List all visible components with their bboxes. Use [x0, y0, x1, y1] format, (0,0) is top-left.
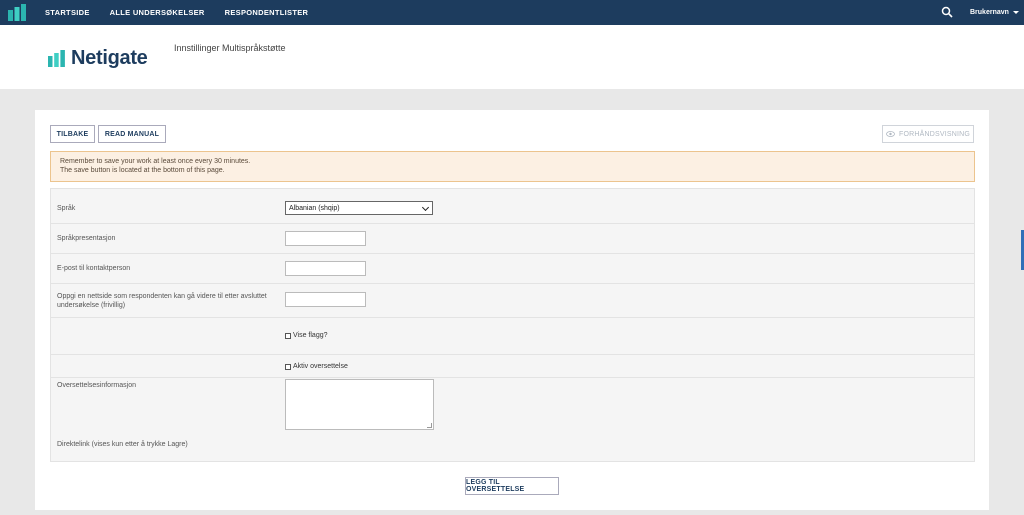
- page-title: Innstillinger Multispråkstøtte: [174, 43, 286, 53]
- presentation-label: Språkpresentasjon: [57, 235, 116, 242]
- page-header: Netigate Innstillinger Multispråkstøtte: [0, 25, 1024, 89]
- website-label: Oppgi en nettside som respondenten kan g…: [57, 293, 267, 309]
- user-name: Brukernavn: [970, 9, 1009, 16]
- save-reminder-alert: Remember to save your work at least once…: [50, 151, 975, 182]
- chevron-down-icon: [421, 203, 430, 212]
- brand-logo: Netigate: [48, 47, 148, 70]
- form-row-website: Oppgi en nettside som respondenten kan g…: [51, 284, 974, 318]
- show-flag-checkbox[interactable]: Vise flagg?: [285, 332, 328, 339]
- active-translation-checkbox[interactable]: Aktiv oversettelse: [285, 363, 348, 370]
- settings-card: TILBAKE READ MANUAL FORHÅNDSVISNING Reme…: [35, 110, 989, 510]
- language-select[interactable]: Albanian (shqip): [285, 201, 433, 215]
- form-row-email: E-post til kontaktperson: [51, 254, 974, 284]
- direct-link-label: Direktelink (vises kun etter å trykke La…: [57, 441, 188, 448]
- form-row-language: Språk Albanian (shqip): [51, 189, 974, 224]
- preview-button[interactable]: FORHÅNDSVISNING: [882, 125, 974, 143]
- alert-line-1: Remember to save your work at least once…: [60, 158, 251, 165]
- show-flag-label: Vise flagg?: [293, 332, 328, 339]
- nav-item-alle-undersokelser[interactable]: ALLE UNDERSØKELSER: [110, 8, 205, 17]
- form-row-active: Aktiv oversettelse: [51, 355, 974, 379]
- resize-grip-icon[interactable]: [427, 423, 432, 428]
- form-divider: [51, 377, 974, 378]
- language-select-value: Albanian (shqip): [289, 204, 340, 212]
- email-input[interactable]: [285, 261, 366, 276]
- user-menu[interactable]: Brukernavn: [970, 0, 1019, 25]
- search-icon[interactable]: [941, 6, 953, 18]
- checkbox-box: [285, 332, 291, 339]
- presentation-input[interactable]: [285, 231, 366, 246]
- nav-item-startside[interactable]: STARTSIDE: [45, 8, 90, 17]
- top-navigation-bar: STARTSIDE ALLE UNDERSØKELSER RESPONDENTL…: [0, 0, 1024, 25]
- checkbox-box: [285, 363, 291, 370]
- caret-down-icon: [1012, 11, 1019, 14]
- nav-item-respondentlister[interactable]: RESPONDENTLISTER: [225, 8, 309, 17]
- netigate-brand-icon: [48, 50, 65, 67]
- form-row-show-flag: Vise flagg?: [51, 318, 974, 355]
- translation-info-textarea[interactable]: [285, 379, 434, 430]
- form-row-presentation: Språkpresentasjon: [51, 224, 974, 254]
- brand-name: Netigate: [71, 47, 148, 69]
- translation-info-label: Oversettelsesinformasjon: [57, 382, 136, 389]
- alert-line-2: The save button is located at the bottom…: [60, 167, 225, 174]
- language-label: Språk: [57, 205, 76, 212]
- preview-label: FORHÅNDSVISNING: [898, 130, 971, 138]
- website-input[interactable]: [285, 292, 366, 307]
- eye-icon: [886, 131, 895, 137]
- translation-form: Språk Albanian (shqip) Språkpresentasjon…: [50, 188, 975, 462]
- add-translation-button[interactable]: LEGG TIL OVERSETTELSE: [465, 477, 559, 495]
- netigate-logo-icon[interactable]: [8, 4, 26, 21]
- email-label: E-post til kontaktperson: [57, 265, 131, 272]
- read-manual-button[interactable]: READ MANUAL: [98, 125, 166, 143]
- back-button[interactable]: TILBAKE: [50, 125, 95, 143]
- active-translation-label: Aktiv oversettelse: [293, 363, 348, 370]
